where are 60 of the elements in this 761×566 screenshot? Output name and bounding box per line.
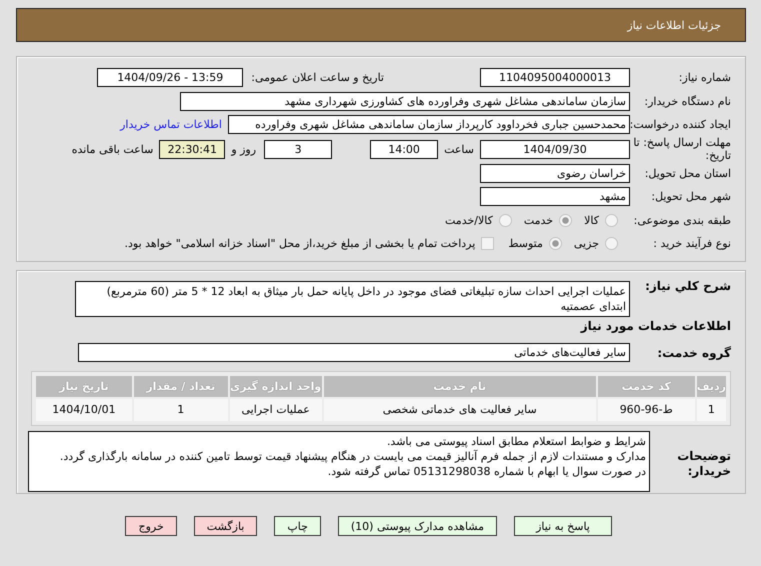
column-header: تاریخ نیاز (36, 376, 132, 396)
radio-button[interactable] (605, 237, 618, 250)
radio-label: کالا/خدمت (445, 214, 493, 227)
radio-button[interactable] (559, 214, 572, 227)
page-title: جزئیات اطلاعات نیاز (627, 18, 721, 32)
field-label: ساعت باقی مانده (72, 142, 154, 156)
field-label: ایجاد کننده درخواست: (630, 118, 732, 132)
service-group-field: سایر فعالیت‌های خدماتی (78, 343, 630, 362)
radio-label: جزیی (574, 237, 599, 250)
field-label: مهلت ارسال پاسخ: تا تاریخ: (632, 136, 732, 162)
radio-button[interactable] (498, 214, 512, 227)
column-header: تعداد / مقدار (134, 376, 228, 396)
column-header: نام خدمت (324, 376, 596, 396)
field-label: نوع فرآیند خرید : (652, 237, 732, 250)
field-label: شهر محل تحویل: (650, 190, 732, 204)
table-cell: ط-96-960 (598, 398, 695, 420)
field-label: روز و (231, 142, 256, 156)
checkbox-label: پرداخت تمام یا بخشی از مبلغ خرید،از محل "اسناد خزانه اسلامی" خواهد بود. (124, 237, 476, 250)
radio-label: متوسط (508, 237, 543, 250)
section-heading: اطلاعات خدمات مورد نیاز (579, 319, 731, 335)
province-field: خراسان رضوی (480, 164, 630, 183)
radio-label: کالا (584, 214, 599, 227)
field-label: ساعت (444, 142, 474, 156)
column-header: کد خدمت (598, 376, 695, 396)
table-cell: عملیات اجرایی (230, 398, 322, 420)
action-button[interactable]: پاسخ به نیاز (514, 516, 612, 536)
city-field: مشهد (480, 187, 630, 206)
field-label: گروه خدمت: (656, 346, 732, 360)
column-header: ردیف (696, 376, 726, 396)
field-label: توضیحات خریدار: (676, 448, 732, 478)
action-button[interactable]: خروج (125, 516, 177, 536)
action-button[interactable]: مشاهده مدارک پیوستی (10) (338, 516, 497, 536)
field-label: استان محل تحویل: (644, 166, 732, 180)
buyer-field: سازمان ساماندهی مشاغل شهری وفراورده های کشاورزی شهرداری مشهد (180, 92, 630, 111)
deadline-date-field: 1404/09/30 (480, 140, 630, 158)
radio-button[interactable] (605, 214, 618, 227)
buyer-contact-link[interactable]: اطلاعات تماس خریدار (120, 118, 222, 132)
need-number-field: 1104095004000013 (480, 68, 630, 88)
field-label: نام دستگاه خریدار: (643, 94, 732, 108)
checkbox[interactable] (481, 237, 494, 250)
creator-field: محمدحسین جباری فخرداوود کارپرداز سازمان ساماندهی مشاغل شهری وفراورده (228, 115, 630, 134)
table-cell: سایر فعالیت های خدماتی شخصی (324, 398, 596, 420)
table-cell: 1 (134, 398, 228, 420)
field-label: تاریخ و ساعت اعلان عمومی: (251, 71, 384, 84)
buyer-notes-field: شرایط و ضوابط استعلام مطابق اسناد پیوستی می باشد. مدارک و مستندات لازم از جمله فرم آنالیز قیمت می بایست در هنگام پیشنهاد قیمت توسط تامین کننده در سامانه بارگذاری گردد. در صورت سوال یا ابهام با شماره 05131298038 تماس گرفته شود. (28, 430, 650, 492)
field-label: شرح کلي نياز: (644, 279, 732, 293)
description-field: عملیات اجرایی احداث سازه تبلیغاتی فضای موجود در داخل پایانه حمل بار میثاق به ابعاد 12 * 5 متر (60 مترمربع) ابتدای عصمتیه (75, 281, 630, 317)
announce-date-field: 1404/09/26 - 13:59 (97, 68, 244, 88)
deadline-time-field: 14:00 (370, 140, 438, 158)
radio-button[interactable] (548, 237, 562, 250)
column-header: واحد اندازه گیری (230, 376, 322, 396)
field-label: شماره نیاز: (678, 71, 732, 84)
remaining-time-field: 22:30:41 (159, 140, 226, 158)
days-field: 3 (264, 140, 332, 158)
action-button[interactable]: بازگشت (194, 516, 258, 536)
field-label: طبقه بندی موضوعی: (632, 214, 732, 227)
table-cell: 1404/10/01 (36, 398, 132, 420)
table-cell: 1 (696, 398, 726, 420)
radio-label: خدمت (524, 214, 554, 227)
action-button[interactable]: چاپ (274, 516, 321, 536)
